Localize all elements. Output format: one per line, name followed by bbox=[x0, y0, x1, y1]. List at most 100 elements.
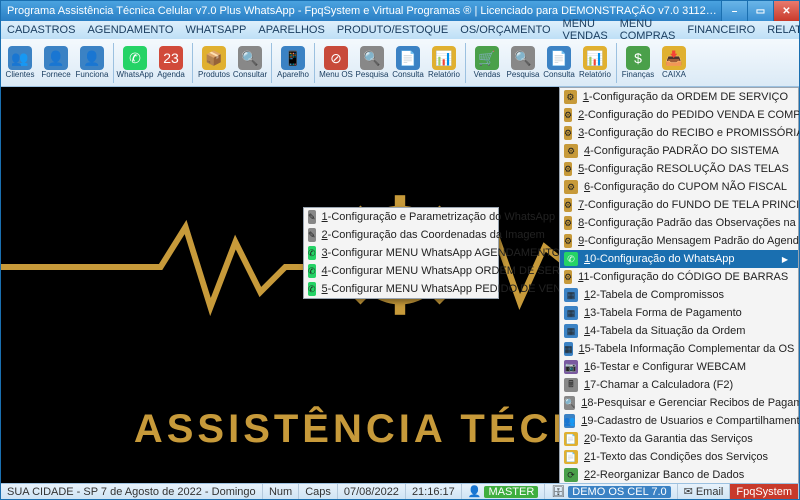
status-user-name: MASTER bbox=[484, 486, 538, 498]
status-user: 👤 MASTER bbox=[462, 484, 546, 499]
toolbar-consultar[interactable]: 🔍Consultar bbox=[233, 41, 267, 85]
titlebar: Programa Assistência Técnica Celular v7.… bbox=[1, 1, 799, 21]
ferramentas-item-16[interactable]: 📷16-Testar e Configurar WEBCAM bbox=[560, 358, 798, 376]
user-icon: 👤 bbox=[468, 485, 482, 498]
toolbar-label: Aparelho bbox=[277, 71, 309, 79]
menu-item-icon: ⚙ bbox=[564, 216, 572, 230]
menu-menu-vendas[interactable]: MENU VENDAS bbox=[557, 21, 614, 39]
toolbar-relatório[interactable]: 📊Relatório bbox=[578, 41, 612, 85]
whatsapp-sub-item-4[interactable]: ✆4-Configurar MENU WhatsApp ORDEM DE SER… bbox=[304, 262, 498, 280]
ferramentas-item-10[interactable]: ✆10-Configuração do WhatsApp▶ bbox=[560, 250, 798, 268]
statusbar: SUA CIDADE - SP 7 de Agosto de 2022 - Do… bbox=[1, 483, 799, 499]
menu-item-icon: ⚙ bbox=[564, 126, 572, 140]
menu-item-icon: ▦ bbox=[564, 342, 573, 356]
menu-item-icon: ▦ bbox=[564, 288, 578, 302]
toolbar-produtos[interactable]: 📦Produtos bbox=[197, 41, 231, 85]
toolbar-aparelho[interactable]: 📱Aparelho bbox=[276, 41, 310, 85]
minimize-button[interactable]: – bbox=[721, 1, 747, 21]
status-brand: FpqSystem bbox=[730, 484, 799, 499]
menu-item-icon: ⚙ bbox=[564, 108, 572, 122]
ferramentas-item-22[interactable]: ⟳22-Reorganizar Banco de Dados bbox=[560, 466, 798, 483]
relatório-icon: 📊 bbox=[583, 46, 607, 70]
toolbar-finanças[interactable]: $Finanças bbox=[621, 41, 655, 85]
mail-icon: ✉ bbox=[684, 485, 693, 498]
whatsapp-sub-item-1[interactable]: ✎1-Configuração e Parametrização do What… bbox=[304, 208, 498, 226]
pesquisa-icon: 🔍 bbox=[360, 46, 384, 70]
ferramentas-item-21[interactable]: 📄21-Texto das Condições dos Serviços bbox=[560, 448, 798, 466]
ferramentas-item-2[interactable]: ⚙2-Configuração do PEDIDO VENDA E COMPRA bbox=[560, 106, 798, 124]
menu-financeiro[interactable]: FINANCEIRO bbox=[681, 21, 761, 39]
menu-item-icon: ✆ bbox=[564, 252, 578, 266]
ferramentas-item-3[interactable]: ⚙3-Configuração do RECIBO e PROMISSÓRIA bbox=[560, 124, 798, 142]
toolbar-label: Funciona bbox=[76, 71, 109, 79]
maximize-button[interactable]: ▭ bbox=[747, 1, 773, 21]
toolbar-separator bbox=[113, 43, 114, 83]
aparelho-icon: 📱 bbox=[281, 46, 305, 70]
ferramentas-item-13[interactable]: ▦13-Tabela Forma de Pagamento bbox=[560, 304, 798, 322]
toolbar-consulta[interactable]: 📄Consulta bbox=[542, 41, 576, 85]
menu-item-icon: 👥 bbox=[564, 414, 575, 428]
agenda-icon: 23 bbox=[159, 46, 183, 70]
ferramentas-item-20[interactable]: 📄20-Texto da Garantia das Serviços bbox=[560, 430, 798, 448]
toolbar-menu os[interactable]: ⊘Menu OS bbox=[319, 41, 353, 85]
window-controls: – ▭ ✕ bbox=[721, 1, 799, 21]
toolbar-funciona[interactable]: 👤Funciona bbox=[75, 41, 109, 85]
ferramentas-item-15[interactable]: ▦15-Tabela Informação Complementar da OS bbox=[560, 340, 798, 358]
menu-os-or-amento[interactable]: OS/ORÇAMENTO bbox=[454, 21, 556, 39]
menu-item-icon: ⚙ bbox=[564, 234, 572, 248]
whatsapp-sub-item-3[interactable]: ✆3-Configurar MENU WhatsApp AGENDAMENTO bbox=[304, 244, 498, 262]
menu-aparelhos[interactable]: APARELHOS bbox=[252, 21, 330, 39]
whatsapp-sub-item-5[interactable]: ✆5-Configurar MENU WhatsApp PEDIDO DE VE… bbox=[304, 280, 498, 298]
toolbar-label: Relatório bbox=[428, 71, 460, 79]
menu-item-icon: ✆ bbox=[308, 246, 316, 260]
ferramentas-item-17[interactable]: 🖩17-Chamar a Calculadora (F2) bbox=[560, 376, 798, 394]
produtos-icon: 📦 bbox=[202, 46, 226, 70]
toolbar-label: Pesquisa bbox=[356, 71, 389, 79]
menu-relat-rios[interactable]: RELATÓRIOS bbox=[761, 21, 800, 39]
ferramentas-item-1[interactable]: ⚙1-Configuração da ORDEM DE SERVIÇO bbox=[560, 88, 798, 106]
whatsapp-submenu: ✎1-Configuração e Parametrização do What… bbox=[303, 207, 499, 299]
toolbar-vendas[interactable]: 🛒Vendas bbox=[470, 41, 504, 85]
toolbar-label: Vendas bbox=[474, 71, 501, 79]
clientes-icon: 👥 bbox=[8, 46, 32, 70]
toolbar-pesquisa[interactable]: 🔍Pesquisa bbox=[506, 41, 540, 85]
menu-produto-estoque[interactable]: PRODUTO/ESTOQUE bbox=[331, 21, 454, 39]
ferramentas-item-9[interactable]: ⚙9-Configuração Mensagem Padrão do Agend… bbox=[560, 232, 798, 250]
menu-item-icon: ⚙ bbox=[564, 144, 578, 158]
ferramentas-item-14[interactable]: ▦14-Tabela da Situação da Ordem bbox=[560, 322, 798, 340]
ferramentas-item-12[interactable]: ▦12-Tabela de Compromissos bbox=[560, 286, 798, 304]
ferramentas-item-5[interactable]: ⚙5-Configuração RESOLUÇÃO DAS TELAS bbox=[560, 160, 798, 178]
consulta-icon: 📄 bbox=[396, 46, 420, 70]
menu-item-icon: ⚙ bbox=[564, 180, 578, 194]
menu-menu-compras[interactable]: MENU COMPRAS bbox=[614, 21, 682, 39]
toolbar-whatsapp[interactable]: ✆WhatsApp bbox=[118, 41, 152, 85]
menu-whatsapp[interactable]: WHATSAPP bbox=[179, 21, 252, 39]
menu-agendamento[interactable]: AGENDAMENTO bbox=[81, 21, 179, 39]
funciona-icon: 👤 bbox=[80, 46, 104, 70]
toolbar-label: Finanças bbox=[622, 71, 654, 79]
ferramentas-item-11[interactable]: ⚙11-Configuração do CÓDIGO DE BARRAS bbox=[560, 268, 798, 286]
whatsapp-sub-item-2[interactable]: ✎2-Configuração das Coordenadas da Image… bbox=[304, 226, 498, 244]
menu-item-icon: 📄 bbox=[564, 432, 578, 446]
ferramentas-item-19[interactable]: 👥19-Cadastro de Usuarios e Compartilhame… bbox=[560, 412, 798, 430]
toolbar-caixa[interactable]: 📥CAIXA bbox=[657, 41, 691, 85]
ferramentas-item-8[interactable]: ⚙8-Configuração Padrão das Observações n… bbox=[560, 214, 798, 232]
toolbar-clientes[interactable]: 👥Clientes bbox=[3, 41, 37, 85]
ferramentas-menu: ⚙1-Configuração da ORDEM DE SERVIÇO⚙2-Co… bbox=[559, 87, 799, 483]
ferramentas-item-4[interactable]: ⚙4-Configuração PADRÃO DO SISTEMA bbox=[560, 142, 798, 160]
fornece-icon: 👤 bbox=[44, 46, 68, 70]
status-email[interactable]: ✉ Email bbox=[678, 484, 731, 499]
menu-item-icon: ⚙ bbox=[564, 270, 572, 284]
ferramentas-item-6[interactable]: ⚙6-Configuração do CUPOM NÃO FISCAL bbox=[560, 178, 798, 196]
database-icon: 🗄 bbox=[551, 485, 565, 498]
ferramentas-item-18[interactable]: 🔍18-Pesquisar e Gerenciar Recibos de Pag… bbox=[560, 394, 798, 412]
toolbar-fornece[interactable]: 👤Fornece bbox=[39, 41, 73, 85]
ferramentas-item-7[interactable]: ⚙7-Configuração do FUNDO DE TELA PRINCIP… bbox=[560, 196, 798, 214]
toolbar-consulta[interactable]: 📄Consulta bbox=[391, 41, 425, 85]
toolbar-agenda[interactable]: 23Agenda bbox=[154, 41, 188, 85]
menu-cadastros[interactable]: CADASTROS bbox=[1, 21, 81, 39]
toolbar-relatório[interactable]: 📊Relatório bbox=[427, 41, 461, 85]
toolbar-label: Produtos bbox=[198, 71, 230, 79]
toolbar-pesquisa[interactable]: 🔍Pesquisa bbox=[355, 41, 389, 85]
close-button[interactable]: ✕ bbox=[773, 1, 799, 21]
